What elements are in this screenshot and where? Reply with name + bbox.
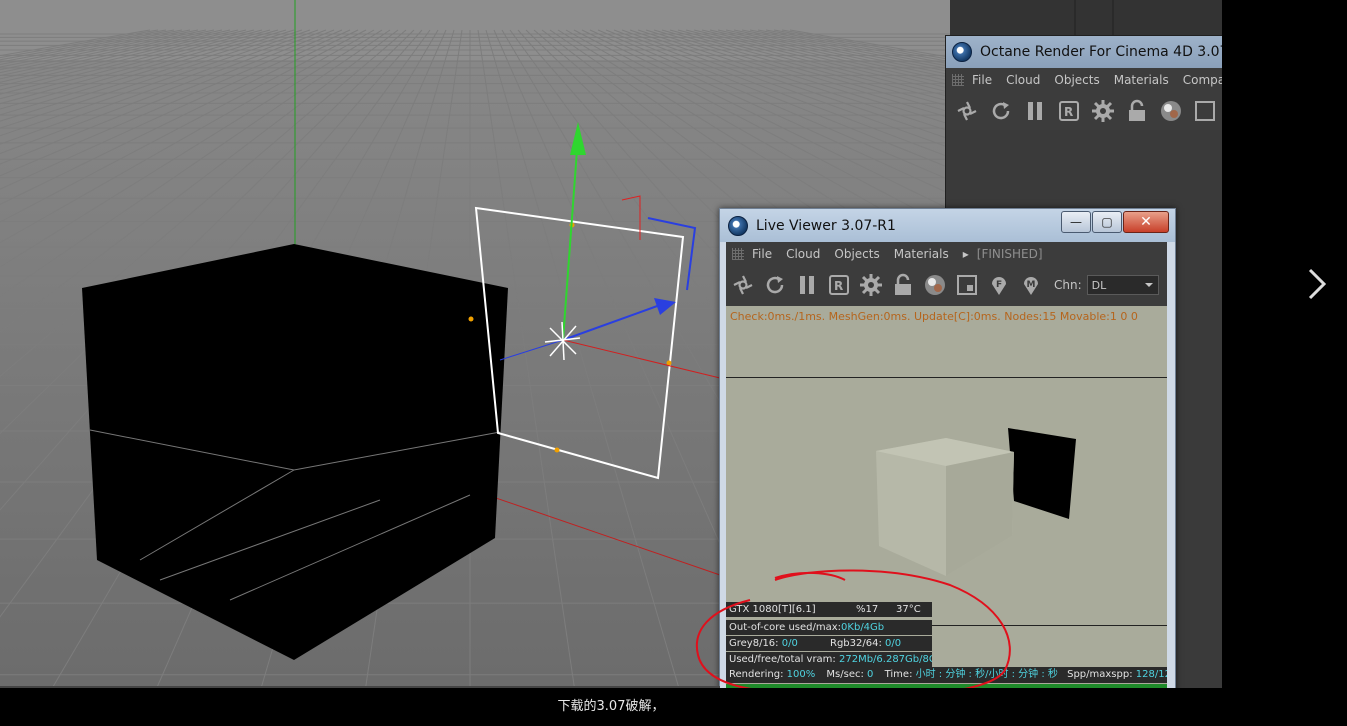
octane-toolbar: R	[946, 92, 1223, 130]
close-icon: ✕	[1140, 214, 1152, 230]
rendered-cube	[876, 438, 1014, 576]
restart-icon[interactable]	[762, 272, 788, 298]
menu-cloud[interactable]: Cloud	[786, 247, 820, 261]
pause-icon[interactable]	[1022, 98, 1048, 124]
live-viewer-toolbar: R F M Chn: DL	[726, 266, 1167, 304]
menu-objects[interactable]: Objects	[834, 247, 879, 261]
octane-window-title: Octane Render For Cinema 4D 3.07-R1	[980, 44, 1223, 60]
menu-compare[interactable]: Compare	[1183, 73, 1223, 87]
clay-render-icon[interactable]	[954, 272, 980, 298]
send-scene-icon[interactable]	[954, 98, 980, 124]
right-margin	[1222, 0, 1347, 726]
settings-gear-icon[interactable]	[1090, 98, 1116, 124]
maximize-button[interactable]: ▢	[1092, 211, 1122, 233]
menu-materials[interactable]: Materials	[894, 247, 949, 261]
focus-picker-icon[interactable]: F	[986, 272, 1012, 298]
menu-objects[interactable]: Objects	[1054, 73, 1099, 87]
settings-gear-icon[interactable]	[858, 272, 884, 298]
pause-icon[interactable]	[794, 272, 820, 298]
lock-icon[interactable]	[1124, 98, 1150, 124]
chevron-down-icon	[1144, 283, 1153, 287]
channel-select[interactable]: DL	[1086, 275, 1159, 295]
live-viewer-titlebar[interactable]: Live Viewer 3.07-R1 — ▢ ✕	[720, 209, 1175, 242]
minimize-icon: —	[1070, 215, 1082, 229]
octane-titlebar[interactable]: Octane Render For Cinema 4D 3.07-R1	[946, 36, 1223, 68]
video-subtitle: 下载的3.07破解，	[0, 688, 1222, 726]
menu-materials[interactable]: Materials	[1114, 73, 1169, 87]
svg-text:R: R	[1064, 105, 1073, 119]
minimize-button[interactable]: —	[1061, 211, 1091, 233]
rendered-light-plane	[1008, 428, 1076, 519]
close-button[interactable]: ✕	[1123, 211, 1169, 233]
red-circle-annotation	[695, 569, 1011, 698]
region-render-icon[interactable]: R	[1056, 98, 1082, 124]
spp-value: 128/128	[1135, 669, 1167, 680]
menu-cloud[interactable]: Cloud	[1006, 73, 1040, 87]
menu-file[interactable]: File	[752, 247, 772, 261]
region-render-icon[interactable]: R	[826, 272, 852, 298]
menu-more-arrow-icon[interactable]: ▸	[963, 247, 969, 261]
channel-label: Chn:	[1054, 278, 1082, 292]
material-ball-icon[interactable]	[922, 272, 948, 298]
menu-file[interactable]: File	[972, 73, 992, 87]
material-picker-icon[interactable]: M	[1018, 272, 1044, 298]
cinema4d-logo-icon	[728, 215, 748, 236]
live-viewer-menubar: File Cloud Objects Materials ▸ [FINISHED…	[726, 242, 1167, 266]
live-viewer-title: Live Viewer 3.07-R1	[756, 217, 896, 234]
octane-menubar: File Cloud Objects Materials Compare	[946, 68, 1223, 92]
grip-icon[interactable]	[952, 74, 964, 86]
restart-icon[interactable]	[988, 98, 1014, 124]
render-state-label: [FINISHED]	[976, 247, 1043, 261]
cinema4d-logo-icon	[952, 42, 972, 62]
spp-label: Spp/maxspp:	[1067, 669, 1133, 680]
channel-select-value: DL	[1091, 278, 1107, 292]
lock-icon[interactable]	[890, 272, 916, 298]
grip-icon[interactable]	[732, 248, 744, 260]
material-ball-icon[interactable]	[1158, 98, 1184, 124]
next-arrow-icon[interactable]	[1300, 264, 1330, 304]
send-scene-icon[interactable]	[730, 272, 756, 298]
svg-text:M: M	[1027, 280, 1036, 290]
clay-render-icon[interactable]	[1192, 98, 1218, 124]
svg-text:R: R	[834, 279, 843, 293]
maximize-icon: ▢	[1101, 215, 1113, 229]
svg-text:F: F	[996, 280, 1002, 290]
